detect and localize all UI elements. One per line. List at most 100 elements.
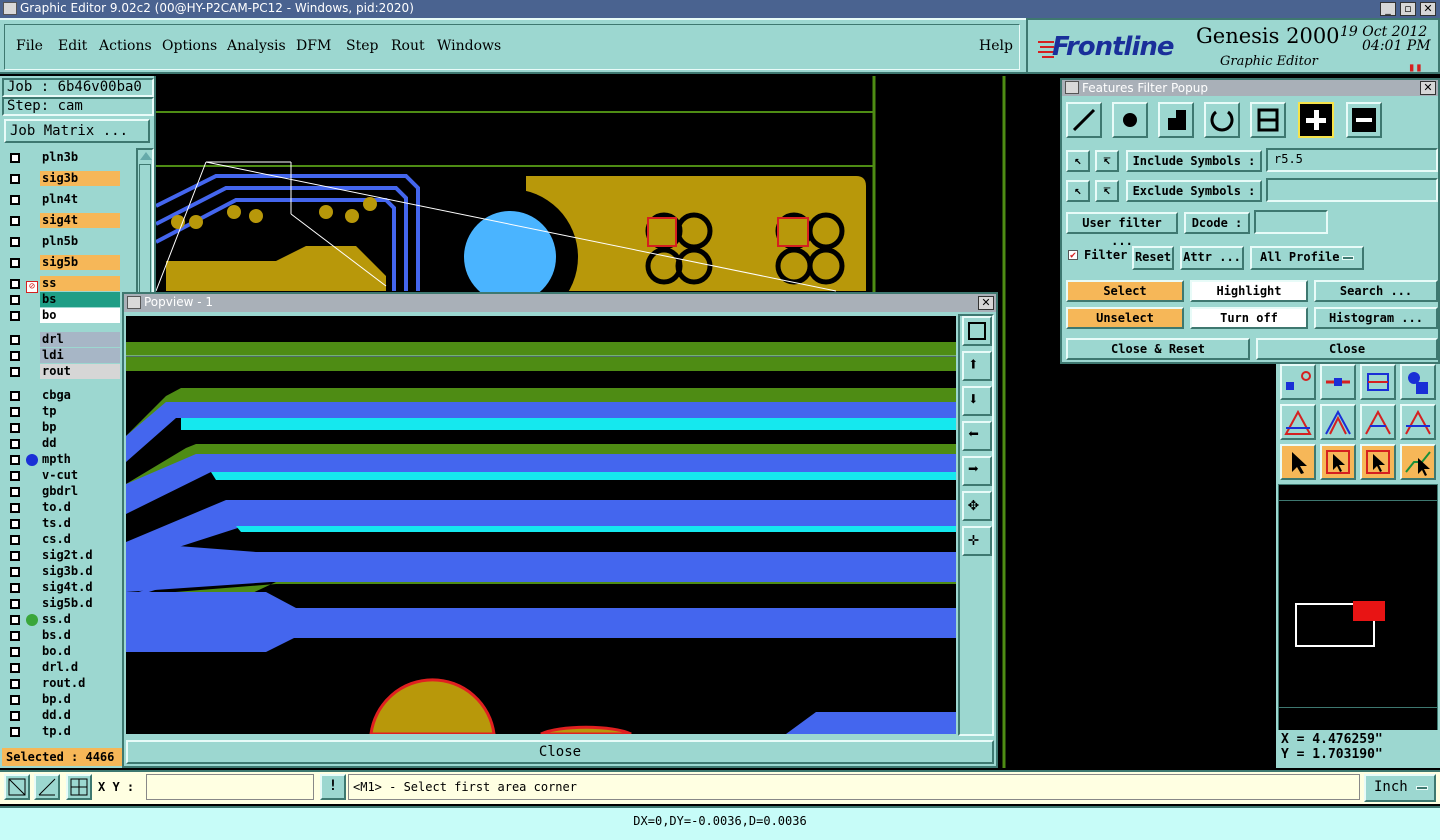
tool-feature-select[interactable]: [1280, 364, 1316, 400]
layer-checkbox[interactable]: [10, 279, 20, 289]
layer-name[interactable]: bp: [40, 420, 120, 435]
filter-attr-button[interactable]: Attr ...: [1180, 246, 1244, 270]
popview-zoom-fit-button[interactable]: ✥: [962, 491, 992, 521]
turn-off-button[interactable]: Turn off: [1190, 307, 1308, 329]
layer-row-bo-d[interactable]: bo.d: [4, 644, 124, 660]
close-reset-button[interactable]: Close & Reset: [1066, 338, 1250, 360]
layer-checkbox[interactable]: [10, 551, 20, 561]
layer-name[interactable]: dd: [40, 436, 120, 451]
popview-close-button[interactable]: Close: [126, 740, 994, 764]
filter-text-button[interactable]: [1250, 102, 1286, 138]
layer-checkbox[interactable]: [10, 679, 20, 689]
popview-pan-up-button[interactable]: ⬆: [962, 351, 992, 381]
layer-checkbox[interactable]: [10, 567, 20, 577]
layer-checkbox[interactable]: [10, 695, 20, 705]
layer-row-pln3b[interactable]: pln3b: [4, 150, 124, 166]
layer-checkbox[interactable]: [10, 237, 20, 247]
layer-checkbox[interactable]: [10, 258, 20, 268]
menu-options[interactable]: Options: [162, 38, 217, 54]
filter-check-icon[interactable]: ✔: [1068, 250, 1078, 261]
layer-name[interactable]: bo.d: [40, 644, 120, 659]
layer-checkbox[interactable]: [10, 407, 20, 417]
popview-zoom-center-button[interactable]: ✛: [962, 526, 992, 556]
layer-name[interactable]: sig3b.d: [40, 564, 120, 579]
layer-name[interactable]: rout.d: [40, 676, 120, 691]
job-matrix-button[interactable]: Job Matrix ...: [4, 119, 150, 143]
layer-row-v-cut[interactable]: v-cut: [4, 468, 124, 484]
maximize-button[interactable]: ▫: [1400, 2, 1416, 16]
include-pick-button[interactable]: ↖: [1066, 150, 1090, 172]
layer-row-rout[interactable]: rout: [4, 364, 124, 380]
layer-checkbox[interactable]: [10, 663, 20, 673]
layer-checkbox[interactable]: [10, 367, 20, 377]
layer-name[interactable]: sig4t.d: [40, 580, 120, 595]
popview-pan-down-button[interactable]: ⬇: [962, 386, 992, 416]
layer-row-ss[interactable]: ss: [4, 276, 124, 292]
exclude-list-button[interactable]: ↸: [1095, 180, 1119, 202]
filter-positive-button[interactable]: [1298, 102, 1334, 138]
layer-row-tp[interactable]: tp: [4, 404, 124, 420]
layer-row-mpth[interactable]: mpth: [4, 452, 124, 468]
menu-actions[interactable]: Actions: [99, 38, 152, 54]
layer-name[interactable]: ss.d: [40, 612, 120, 627]
menu-rout[interactable]: Rout: [391, 38, 425, 54]
snap-button-1[interactable]: [4, 774, 30, 800]
layer-name[interactable]: sig4t: [40, 213, 120, 228]
layer-row-bp-d[interactable]: bp.d: [4, 692, 124, 708]
layer-name[interactable]: sig5b.d: [40, 596, 120, 611]
layer-name[interactable]: pln5b: [40, 234, 120, 249]
menu-step[interactable]: Step: [346, 38, 378, 54]
layer-checkbox[interactable]: [10, 153, 20, 163]
layer-row-ts-d[interactable]: ts.d: [4, 516, 124, 532]
layer-checkbox[interactable]: [10, 216, 20, 226]
menu-analysis[interactable]: Analysis: [227, 38, 286, 54]
tool-angle-2[interactable]: [1320, 404, 1356, 440]
close-window-button[interactable]: ✕: [1420, 2, 1436, 16]
layer-row-sig4t-d[interactable]: sig4t.d: [4, 580, 124, 596]
layer-name[interactable]: to.d: [40, 500, 120, 515]
menu-help[interactable]: Help: [979, 38, 1013, 54]
layer-row-tp-d[interactable]: tp.d: [4, 724, 124, 740]
popview-titlebar[interactable]: Popview - 1 ✕: [124, 294, 996, 312]
layer-name[interactable]: ss: [40, 276, 120, 291]
popview-zoom-window-button[interactable]: [962, 316, 992, 346]
filter-pad-button[interactable]: [1112, 102, 1148, 138]
layer-name[interactable]: rout: [40, 364, 120, 379]
popview-pan-left-button[interactable]: ⬅: [962, 421, 992, 451]
layer-checkbox[interactable]: [10, 631, 20, 641]
layer-checkbox[interactable]: [10, 195, 20, 205]
menu-edit[interactable]: Edit: [58, 38, 87, 54]
menu-windows[interactable]: Windows: [437, 38, 501, 54]
layer-row-pln4t[interactable]: pln4t: [4, 192, 124, 208]
layer-name[interactable]: bo: [40, 308, 120, 323]
overview-map[interactable]: [1278, 484, 1438, 738]
layer-row-sig2t-d[interactable]: sig2t.d: [4, 548, 124, 564]
snap-button-2[interactable]: [34, 774, 60, 800]
menu-dfm[interactable]: DFM: [296, 38, 331, 54]
layer-checkbox[interactable]: [10, 615, 20, 625]
tool-pointer-box[interactable]: [1320, 444, 1356, 480]
layer-name[interactable]: v-cut: [40, 468, 120, 483]
exclude-pick-button[interactable]: ↖: [1066, 180, 1090, 202]
layer-checkbox[interactable]: [10, 295, 20, 305]
include-list-button[interactable]: ↸: [1095, 150, 1119, 172]
layer-name[interactable]: bp.d: [40, 692, 120, 707]
layer-checkbox[interactable]: [10, 727, 20, 737]
tool-pointer[interactable]: [1280, 444, 1316, 480]
layer-row-sig3b-d[interactable]: sig3b.d: [4, 564, 124, 580]
include-symbols-input[interactable]: r5.5: [1266, 148, 1438, 172]
tool-angle-3[interactable]: [1360, 404, 1396, 440]
tool-measure-distance[interactable]: [1360, 364, 1396, 400]
unselect-button[interactable]: Unselect: [1066, 307, 1184, 329]
layer-row-bs[interactable]: bs: [4, 292, 124, 308]
layer-name[interactable]: ts.d: [40, 516, 120, 531]
tool-angle-4[interactable]: [1400, 404, 1436, 440]
xy-input[interactable]: [146, 774, 314, 800]
layer-name[interactable]: tp: [40, 404, 120, 419]
layer-row-rout-d[interactable]: rout.d: [4, 676, 124, 692]
user-filter-button[interactable]: User filter ...: [1066, 212, 1178, 248]
filter-negative-button[interactable]: [1346, 102, 1382, 138]
layer-row-dd-d[interactable]: dd.d: [4, 708, 124, 724]
layer-name[interactable]: sig3b: [40, 171, 120, 186]
tool-pointer-boxed[interactable]: [1360, 444, 1396, 480]
